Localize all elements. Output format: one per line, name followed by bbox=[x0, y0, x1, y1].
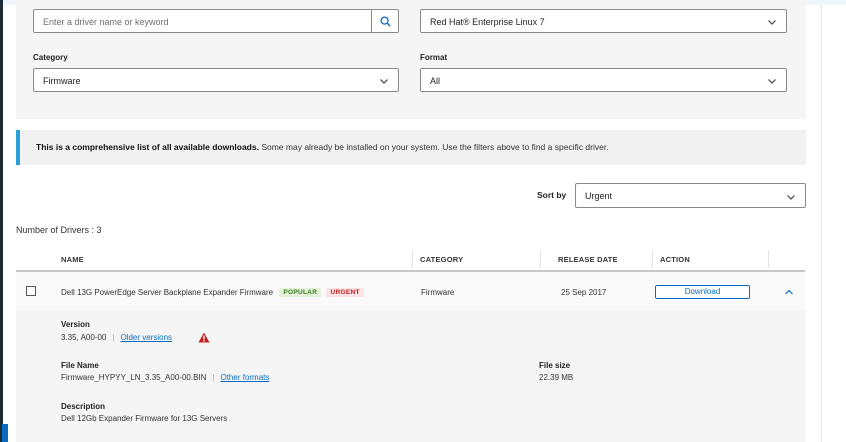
sort-label: Sort by bbox=[537, 190, 567, 200]
info-notice: This is a comprehensive list of all avai… bbox=[16, 130, 806, 165]
chevron-down-icon bbox=[787, 195, 795, 200]
popular-badge: POPULAR bbox=[279, 288, 322, 297]
notice-bold-text: This is a comprehensive list of all avai… bbox=[36, 142, 259, 152]
chevron-down-icon bbox=[380, 79, 388, 84]
driver-name: Dell 13G PowerEdge Server Backplane Expa… bbox=[61, 288, 274, 297]
release-date-cell: 25 Sep 2017 bbox=[561, 288, 607, 297]
driver-count: Number of Drivers : 3 bbox=[16, 225, 102, 235]
chevron-down-icon bbox=[768, 79, 776, 84]
os-select[interactable]: Red Hat® Enterprise Linux 7 bbox=[420, 9, 787, 33]
file-name-label: File Name bbox=[61, 361, 99, 370]
search-input[interactable]: Enter a driver name or keyword bbox=[33, 9, 399, 33]
taskbar-accent bbox=[2, 424, 8, 442]
format-select-value: All bbox=[430, 76, 441, 86]
version-label: Version bbox=[61, 320, 90, 329]
category-select[interactable]: Firmware bbox=[33, 68, 399, 92]
os-select-value: Red Hat® Enterprise Linux 7 bbox=[430, 17, 545, 27]
search-icon bbox=[379, 15, 391, 27]
sort-select[interactable]: Urgent bbox=[575, 183, 806, 208]
column-header-name: NAME bbox=[61, 255, 84, 264]
file-size-label: File size bbox=[539, 361, 571, 370]
version-line: 3.35, A00-00 | Older versions bbox=[61, 333, 172, 342]
separator: | bbox=[212, 373, 215, 382]
column-header-category: CATEGORY bbox=[420, 255, 464, 264]
column-header-release-date: RELEASE DATE bbox=[558, 255, 618, 264]
chevron-down-icon bbox=[768, 20, 776, 25]
sort-select-value: Urgent bbox=[585, 191, 613, 201]
file-name-line: Firmware_HYPYY_LN_3.35_A00-00.BIN | Other … bbox=[61, 373, 269, 382]
search-placeholder: Enter a driver name or keyword bbox=[43, 17, 169, 27]
file-size-value: 22.39 MB bbox=[539, 373, 574, 382]
column-separator bbox=[652, 250, 653, 268]
separator: | bbox=[112, 333, 115, 342]
notice-rest-text: Some may already be installed on your sy… bbox=[258, 142, 609, 152]
category-label: Category bbox=[33, 53, 68, 62]
description-label: Description bbox=[61, 402, 106, 411]
chevron-up-icon[interactable] bbox=[784, 288, 794, 296]
column-separator bbox=[768, 250, 769, 268]
column-separator bbox=[540, 250, 541, 268]
left-edge-bar bbox=[0, 0, 3, 442]
driver-name-cell: Dell 13G PowerEdge Server Backplane Expa… bbox=[61, 288, 364, 297]
other-formats-link[interactable]: Other formats bbox=[220, 373, 269, 382]
category-select-value: Firmware bbox=[43, 76, 81, 86]
file-name-value: Firmware_HYPYY_LN_3.35_A00-00.BIN bbox=[61, 373, 207, 382]
notice-accent-bar bbox=[16, 130, 20, 165]
category-cell: Firmware bbox=[421, 288, 455, 297]
format-select[interactable]: All bbox=[420, 68, 787, 92]
notice-text: This is a comprehensive list of all avai… bbox=[36, 130, 609, 165]
version-value: 3.35, A00-00 bbox=[61, 333, 107, 342]
urgent-badge: URGENT bbox=[326, 288, 364, 297]
download-button[interactable]: Download bbox=[655, 285, 750, 299]
warning-icon bbox=[198, 332, 210, 343]
format-label: Format bbox=[420, 53, 448, 62]
column-header-action: ACTION bbox=[660, 255, 690, 264]
right-divider bbox=[821, 5, 822, 442]
row-select-checkbox[interactable] bbox=[26, 286, 36, 296]
description-value: Dell 12Gb Expander Firmware for 13G Serv… bbox=[61, 414, 228, 423]
column-separator bbox=[412, 250, 413, 268]
older-versions-link[interactable]: Older versions bbox=[120, 333, 172, 342]
search-button[interactable] bbox=[371, 10, 398, 32]
